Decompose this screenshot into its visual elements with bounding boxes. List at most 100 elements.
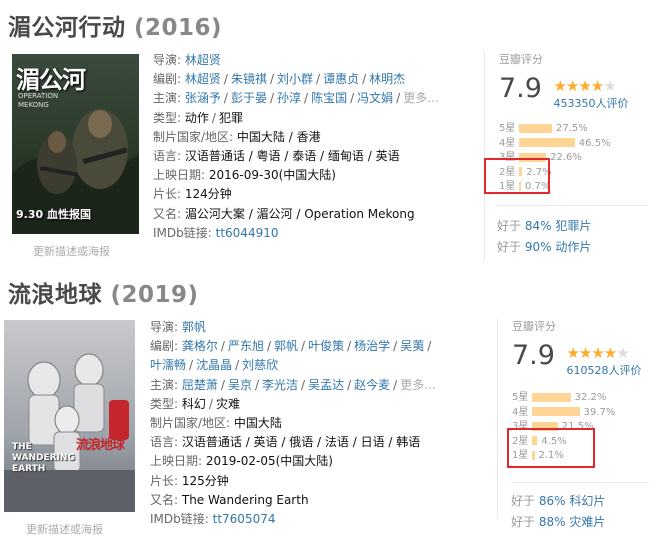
poster-subtitle: THE WANDERING EARTH <box>12 442 75 474</box>
imdb-link[interactable]: tt6044910 <box>216 226 279 240</box>
better-than-percent[interactable]: 86% <box>539 494 566 508</box>
better-than-category[interactable]: 灾难片 <box>569 515 605 529</box>
better-than-row: 好于 84% 犯罪片 <box>497 216 591 237</box>
writer-row: 编剧: 龚格尔 / 严东旭 / 郭帆 / 叶俊策 / 杨治学 / 吴荑 / <box>150 339 432 354</box>
writer-link[interactable]: 龚格尔 <box>182 339 218 353</box>
writer-link[interactable]: 叶俊策 <box>308 339 344 353</box>
better-than-percent[interactable]: 84% <box>525 219 552 233</box>
cast-link[interactable]: 彭于晏 <box>231 91 267 105</box>
histogram-bar <box>532 407 580 416</box>
movie-poster[interactable]: THE WANDERING EARTH 流浪地球 <box>4 320 135 512</box>
director-row: 导演: 林超贤 <box>153 51 439 70</box>
region-value: 中国大陆 <box>233 416 282 431</box>
update-poster-link[interactable]: 更新描述或海报 <box>26 521 103 537</box>
writer-label: 编剧: <box>150 339 179 354</box>
update-poster-link[interactable]: 更新描述或海报 <box>33 243 110 259</box>
better-than-prefix: 好于 <box>511 515 536 529</box>
cast-link[interactable]: 李光洁 <box>262 378 298 392</box>
writer-link[interactable]: 沈晶晶 <box>196 358 232 372</box>
better-than-category[interactable]: 动作片 <box>555 240 591 254</box>
better-than-list: 好于 86% 科幻片 好于 88% 灾难片 <box>511 491 605 533</box>
language-row: 语言: 汉语普通话 / 粤语 / 泰语 / 缅甸语 / 英语 <box>153 147 439 166</box>
votes-link[interactable]: 610528人评价 <box>566 364 641 377</box>
writer-link[interactable]: 吴荑 <box>400 339 424 353</box>
cast-link[interactable]: 张涵予 <box>185 91 221 105</box>
rating-score: 7.9 <box>499 73 542 104</box>
histogram-bar <box>519 138 575 147</box>
language-label: 语言: <box>153 149 182 164</box>
director-link[interactable]: 郭帆 <box>182 320 206 334</box>
genre-value: 动作 <box>184 110 209 125</box>
imdb-row: IMDb链接: tt6044910 <box>153 224 439 243</box>
rating-meta: ★★★★★ 453350人评价 <box>553 77 628 111</box>
histogram-bar <box>519 123 552 133</box>
writer-link[interactable]: 严东旭 <box>228 339 264 353</box>
histogram-label: 5星 <box>499 123 516 134</box>
writer-link[interactable]: 林明杰 <box>369 72 405 86</box>
histogram-percent: 46.5% <box>578 137 611 149</box>
cast-link[interactable]: 吴孟达 <box>308 378 344 392</box>
writer-link[interactable]: 叶濡畅 <box>150 358 186 372</box>
movie-title-text: 流浪地球 <box>8 282 102 308</box>
rating-divider <box>497 205 647 206</box>
better-than-row: 好于 90% 动作片 <box>497 237 591 258</box>
runtime-value: 125分钟 <box>181 473 229 488</box>
better-than-category[interactable]: 科幻片 <box>569 494 605 508</box>
release-label: 上映日期: <box>150 454 203 469</box>
cast-link[interactable]: 冯文娟 <box>357 91 393 105</box>
poster-subtitle: OPERATION MEKONG <box>18 92 59 109</box>
genre-row: 类型: 科幻 / 灾难 <box>150 396 240 411</box>
region-value: 中国大陆 / 香港 <box>236 129 321 144</box>
aka-row: 又名: 湄公河大案 / 湄公河 / Operation Mekong <box>153 205 439 224</box>
cast-link[interactable]: 孙淳 <box>277 91 301 105</box>
cast-label: 主演: <box>150 377 179 392</box>
cast-link[interactable]: 屈楚萧 <box>182 378 218 392</box>
release-row: 上映日期: 2019-02-05(中国大陆) <box>150 452 436 471</box>
runtime-label: 片长: <box>153 187 182 202</box>
writer-link[interactable]: 杨治学 <box>354 339 390 353</box>
rating-divider <box>511 482 649 483</box>
movie-title: 流浪地球 (2019) <box>8 275 199 309</box>
cast-link[interactable]: 陈宝国 <box>311 91 347 105</box>
imdb-row: IMDb链接: tt7605074 <box>150 510 436 529</box>
better-than-category[interactable]: 犯罪片 <box>555 219 591 233</box>
votes-link[interactable]: 453350人评价 <box>553 97 628 110</box>
writer-label: 编剧: <box>153 72 182 87</box>
region-label: 制片国家/地区: <box>150 416 231 431</box>
writer-link[interactable]: 谭惠贞 <box>323 72 359 86</box>
more-cast-link[interactable]: 更多... <box>403 91 438 105</box>
better-than-prefix: 好于 <box>511 494 536 508</box>
histogram-percent: 39.7% <box>583 406 616 418</box>
release-label: 上映日期: <box>153 168 206 183</box>
histogram-row: 4星 46.5% <box>499 134 649 149</box>
low-rating-highlight-box <box>484 158 550 194</box>
better-than-percent[interactable]: 90% <box>525 240 552 254</box>
writer-link[interactable]: 刘小群 <box>277 72 313 86</box>
writer-link[interactable]: 朱镜祺 <box>231 72 267 86</box>
runtime-row: 片长: 125分钟 <box>150 472 436 491</box>
star-rating-icon: ★★★★★ <box>566 344 629 362</box>
better-than-percent[interactable]: 88% <box>539 515 566 529</box>
writer-link[interactable]: 刘慈欣 <box>242 358 278 372</box>
director-link[interactable]: 林超贤 <box>185 53 221 67</box>
better-than-prefix: 好于 <box>497 240 522 254</box>
language-label: 语言: <box>150 435 179 450</box>
imdb-label: IMDb链接: <box>150 512 209 527</box>
movie-year: (2019) <box>110 282 199 308</box>
cast-link[interactable]: 赵今麦 <box>354 378 390 392</box>
imdb-link[interactable]: tt7605074 <box>213 512 276 526</box>
cast-label: 主演: <box>153 91 182 106</box>
poster-title-art: 湄公河 <box>16 66 86 94</box>
more-cast-link[interactable]: 更多... <box>400 378 435 392</box>
cast-link[interactable]: 吴京 <box>228 378 252 392</box>
histogram-label: 4星 <box>499 137 516 149</box>
director-row: 导演: 郭帆 <box>150 318 436 337</box>
writer-link[interactable]: 郭帆 <box>274 339 298 353</box>
poster-title-art: 流浪地球 <box>76 438 125 453</box>
writer-link[interactable]: 林超贤 <box>185 72 221 86</box>
movie-year: (2016) <box>134 15 223 41</box>
movie-poster[interactable]: 湄公河 OPERATION MEKONG 9.30 血性报国 <box>12 54 139 234</box>
region-label: 制片国家/地区: <box>153 129 234 144</box>
histogram-row: 4星 39.7% <box>512 403 664 418</box>
aka-value: The Wandering Earth <box>181 492 309 507</box>
